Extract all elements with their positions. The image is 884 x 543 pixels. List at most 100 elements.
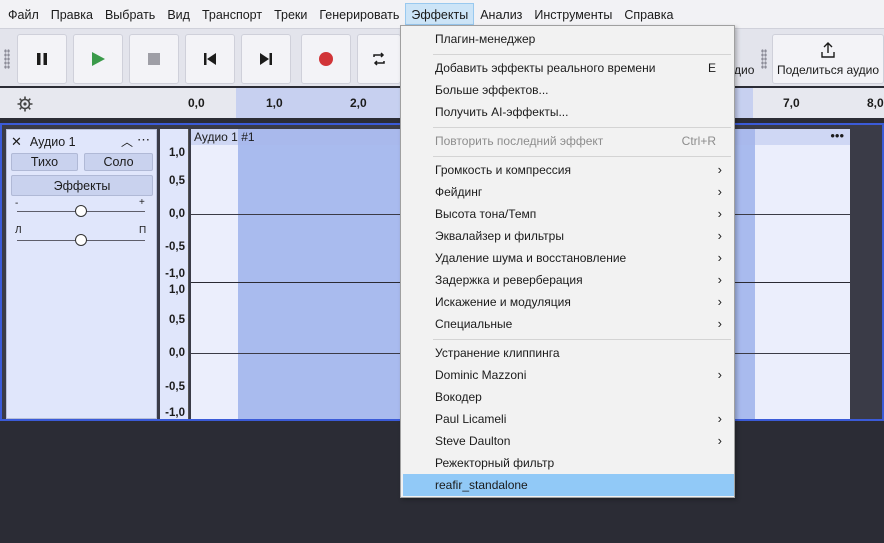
mute-button[interactable]: Тихо	[11, 153, 78, 171]
clip-name: Аудио 1 #1	[194, 130, 255, 144]
chevron-right-icon: ›	[717, 250, 722, 265]
clip-menu-icon[interactable]: •••	[830, 128, 844, 144]
chevron-right-icon: ›	[717, 411, 722, 426]
audio-setup-label[interactable]: дио	[734, 63, 754, 77]
loop-button[interactable]	[357, 34, 401, 84]
menu-item-vocoder[interactable]: Вокодер	[403, 386, 734, 408]
ruler-tick: 7,0	[783, 96, 800, 110]
menu-item-clip-fix[interactable]: Устранение клиппинга	[403, 342, 734, 364]
scale-label: 0,0	[169, 347, 185, 359]
menu-separator	[433, 54, 731, 55]
gain-slider-knob[interactable]	[75, 205, 87, 217]
chevron-right-icon: ›	[717, 294, 722, 309]
menu-item-steve-daulton[interactable]: Steve Daulton ›	[403, 430, 734, 452]
menu-analyze[interactable]: Анализ	[474, 3, 528, 25]
play-icon	[92, 52, 105, 66]
scale-label: 0,0	[169, 208, 185, 220]
track-name[interactable]: Аудио 1	[30, 135, 76, 149]
menu-edit[interactable]: Правка	[45, 3, 99, 25]
chevron-right-icon: ›	[717, 206, 722, 221]
effects-menu-dropdown: Плагин-менеджер Добавить эффекты реально…	[400, 25, 735, 498]
stop-icon	[148, 53, 160, 65]
menu-item-volume-compression[interactable]: Громкость и компрессия ›	[403, 159, 734, 181]
toolbar-grip-2[interactable]	[761, 49, 767, 69]
timeline-settings-button[interactable]	[12, 93, 38, 115]
menu-generate[interactable]: Генерировать	[313, 3, 405, 25]
menu-item-noise-removal[interactable]: Удаление шума и восстановление ›	[403, 247, 734, 269]
shortcut-label: E	[707, 61, 716, 75]
menu-item-distortion-modulation[interactable]: Искажение и модуляция ›	[403, 291, 734, 313]
menu-item-paul-licameli[interactable]: Paul Licameli ›	[403, 408, 734, 430]
menu-view[interactable]: Вид	[161, 3, 196, 25]
menu-item-dominic-mazzoni[interactable]: Dominic Mazzoni ›	[403, 364, 734, 386]
share-icon	[821, 42, 835, 58]
close-track-icon[interactable]: ✕	[11, 134, 22, 150]
menu-bar: Файл Правка Выбрать Вид Транспорт Треки …	[0, 0, 884, 28]
chevron-right-icon: ›	[717, 162, 722, 177]
scale-label: 0,5	[169, 314, 185, 326]
toolbar-grip[interactable]	[4, 49, 10, 69]
gain-plus-label: +	[139, 197, 145, 208]
menu-item-pitch-tempo[interactable]: Высота тона/Темп ›	[403, 203, 734, 225]
stop-button[interactable]	[129, 34, 179, 84]
menu-item-fading[interactable]: Фейдинг ›	[403, 181, 734, 203]
scale-label: 1,0	[169, 147, 185, 159]
chevron-right-icon: ›	[717, 228, 722, 243]
menu-item-eq-filters[interactable]: Эквалайзер и фильтры ›	[403, 225, 734, 247]
chevron-right-icon: ›	[717, 316, 722, 331]
menu-item-ai-effects[interactable]: Получить AI-эффекты...	[403, 101, 734, 123]
menu-transport[interactable]: Транспорт	[196, 3, 268, 25]
pause-button[interactable]	[17, 34, 67, 84]
menu-effects[interactable]: Эффекты	[405, 3, 475, 25]
menu-item-repeat-last-effect: Повторить последний эффект Ctrl+R	[403, 130, 734, 152]
menu-select[interactable]: Выбрать	[99, 3, 161, 25]
share-audio-button[interactable]: Поделиться аудио	[772, 34, 884, 84]
share-audio-label: Поделиться аудио	[776, 63, 880, 77]
scale-label: 0,5	[169, 175, 185, 187]
ruler-tick: 8,0	[867, 96, 884, 110]
menu-separator	[433, 339, 731, 340]
gain-minus-label: -	[15, 198, 19, 209]
scale-label: 1,0	[169, 284, 185, 296]
solo-button[interactable]: Соло	[84, 153, 153, 171]
chevron-right-icon: ›	[717, 272, 722, 287]
loop-icon	[373, 52, 385, 66]
effects-button[interactable]: Эффекты	[11, 175, 153, 196]
scale-label: -0,5	[165, 241, 185, 253]
scale-label: -1,0	[165, 407, 185, 419]
chevron-right-icon: ›	[717, 184, 722, 199]
skip-end-button[interactable]	[241, 34, 291, 84]
menu-item-more-effects[interactable]: Больше эффектов...	[403, 79, 734, 101]
play-button[interactable]	[73, 34, 123, 84]
menu-separator	[433, 156, 731, 157]
menu-item-delay-reverb[interactable]: Задержка и реверберация ›	[403, 269, 734, 291]
skip-start-button[interactable]	[185, 34, 235, 84]
pan-slider-knob[interactable]	[75, 234, 87, 246]
record-button[interactable]	[301, 34, 351, 84]
skip-end-icon	[260, 53, 272, 65]
ruler-tick: 1,0	[266, 96, 283, 110]
menu-item-notch-filter[interactable]: Режекторный фильтр	[403, 452, 734, 474]
record-icon	[319, 52, 333, 66]
track-menu-icon[interactable]: ⋯	[137, 132, 150, 148]
menu-help[interactable]: Справка	[618, 3, 679, 25]
pause-icon	[37, 53, 47, 65]
menu-tools[interactable]: Инструменты	[528, 3, 618, 25]
menu-tracks[interactable]: Треки	[268, 3, 313, 25]
collapse-track-icon[interactable]: ︿	[121, 133, 133, 150]
menu-item-special[interactable]: Специальные ›	[403, 313, 734, 335]
chevron-right-icon: ›	[717, 367, 722, 382]
menu-item-reafir-standalone[interactable]: reafir_standalone	[403, 474, 734, 496]
menu-file[interactable]: Файл	[2, 3, 45, 25]
menu-item-plugin-manager[interactable]: Плагин-менеджер	[403, 28, 734, 50]
track-control-panel: ✕ Аудио 1 ︿ ⋯ Тихо Соло Эффекты - + Л П	[6, 129, 157, 419]
gear-icon	[17, 96, 33, 112]
skip-start-icon	[204, 53, 216, 65]
scale-label: -1,0	[165, 268, 185, 280]
track-title-row: ✕ Аудио 1	[11, 134, 76, 150]
pan-left-label: Л	[15, 225, 22, 236]
menu-separator	[433, 127, 731, 128]
pan-right-label: П	[139, 225, 147, 236]
ruler-tick: 0,0	[188, 96, 205, 110]
menu-item-realtime-effects[interactable]: Добавить эффекты реального времени E	[403, 57, 734, 79]
